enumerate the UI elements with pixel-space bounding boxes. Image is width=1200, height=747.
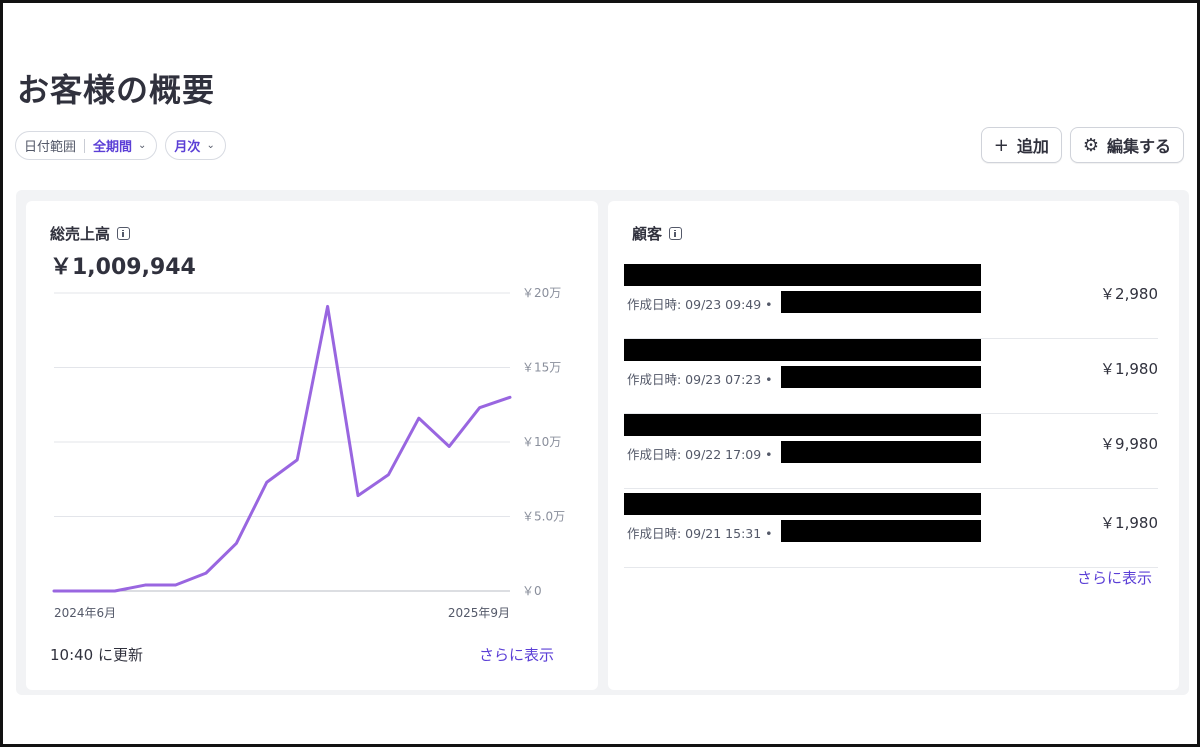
info-icon[interactable] bbox=[117, 227, 131, 240]
add-button-label: 追加 bbox=[1016, 137, 1049, 156]
customers-more-link[interactable]: さらに表示 bbox=[1077, 567, 1152, 588]
data-point bbox=[357, 495, 359, 497]
data-point bbox=[53, 590, 55, 592]
total-sales-title: 総売上高 bbox=[50, 223, 131, 244]
sales-more-link[interactable]: さらに表示 bbox=[479, 644, 554, 665]
data-point bbox=[418, 417, 420, 419]
data-point bbox=[83, 590, 85, 592]
chevron-down-icon: ⌄ bbox=[206, 140, 215, 151]
y-tick-label: ￥15万 bbox=[522, 361, 561, 375]
total-sales-card: 総売上高 ￥1,009,944 ￥20万 ￥15万 ￥10万 ￥5.0万 ￥0 2024年… bbox=[26, 201, 598, 690]
total-sales-title-text: 総売上高 bbox=[50, 225, 111, 243]
data-point bbox=[327, 305, 329, 307]
page-actions: + 追加 ⚙ 編集する bbox=[980, 127, 1184, 163]
customer-row[interactable]: 作成日時: 09/23 07:23 • ￥1,980 bbox=[624, 339, 1158, 414]
customers-card: 顧客 作成日時: 09/23 09:49 • ￥2,980 作成日時: 09/2… bbox=[608, 201, 1179, 690]
plus-icon: + bbox=[993, 134, 1009, 156]
data-point bbox=[296, 459, 298, 461]
customer-row[interactable]: 作成日時: 09/23 09:49 • ￥2,980 bbox=[624, 264, 1158, 339]
redacted-customer-name bbox=[624, 493, 981, 515]
customer-row[interactable]: 作成日時: 09/22 17:09 • ￥9,980 bbox=[624, 414, 1158, 489]
date-range-label: 日付範囲 bbox=[24, 140, 77, 155]
data-point bbox=[448, 445, 450, 447]
y-tick-label: ￥0 bbox=[522, 584, 542, 598]
data-point bbox=[509, 396, 511, 398]
redacted-customer-name bbox=[624, 264, 981, 286]
add-button[interactable]: + 追加 bbox=[980, 127, 1062, 163]
edit-button-label: 編集する bbox=[1106, 137, 1171, 156]
customer-amount: ￥2,980 bbox=[1100, 285, 1158, 303]
data-point bbox=[175, 584, 177, 586]
customers-title: 顧客 bbox=[632, 223, 683, 244]
filter-divider bbox=[84, 138, 86, 153]
sales-line-chart: ￥20万 ￥15万 ￥10万 ￥5.0万 ￥0 2024年6月 2025年9月 bbox=[52, 286, 565, 620]
customer-amount: ￥9,980 bbox=[1100, 435, 1158, 453]
edit-button[interactable]: ⚙ 編集する bbox=[1069, 127, 1184, 163]
info-icon[interactable] bbox=[669, 227, 683, 240]
total-sales-value: ￥1,009,944 bbox=[50, 255, 196, 280]
redacted-customer-email bbox=[781, 441, 981, 463]
data-point bbox=[266, 481, 268, 483]
sales-series-line bbox=[52, 304, 512, 593]
date-range-filter[interactable]: 日付範囲 全期間 ⌄ bbox=[15, 131, 158, 160]
interval-value: 月次 bbox=[174, 140, 201, 155]
y-tick-label: ￥5.0万 bbox=[522, 510, 565, 524]
data-point bbox=[114, 590, 116, 592]
page-title: お客様の概要 bbox=[17, 71, 216, 109]
redacted-customer-email bbox=[781, 366, 981, 388]
redacted-customer-name bbox=[624, 339, 981, 361]
customer-created: 作成日時: 09/21 15:31 • bbox=[627, 526, 773, 541]
filter-bar: 日付範囲 全期間 ⌄ 月次 ⌄ bbox=[15, 131, 226, 160]
redacted-customer-email bbox=[781, 291, 981, 313]
customer-created: 作成日時: 09/23 09:49 • bbox=[627, 297, 773, 312]
gear-icon: ⚙ bbox=[1082, 134, 1099, 156]
data-point bbox=[235, 542, 237, 544]
customer-amount: ￥1,980 bbox=[1100, 514, 1158, 532]
y-tick-label: ￥20万 bbox=[522, 286, 561, 300]
customer-row[interactable]: 作成日時: 09/21 15:31 • ￥1,980 bbox=[624, 493, 1158, 568]
data-point bbox=[144, 584, 146, 586]
data-point bbox=[205, 572, 207, 574]
redacted-customer-email bbox=[781, 520, 981, 542]
interval-filter[interactable]: 月次 ⌄ bbox=[165, 131, 226, 160]
customer-created: 作成日時: 09/22 17:09 • bbox=[627, 447, 773, 462]
customers-title-text: 顧客 bbox=[632, 225, 663, 243]
screen-frame: お客様の概要 日付範囲 全期間 ⌄ 月次 ⌄ + 追加 ⚙ 編集する 総売上高 … bbox=[0, 0, 1200, 747]
y-tick-label: ￥10万 bbox=[522, 435, 561, 449]
customer-created: 作成日時: 09/23 07:23 • bbox=[627, 372, 773, 387]
customer-amount: ￥1,980 bbox=[1100, 360, 1158, 378]
last-updated: 10:40 に更新 bbox=[50, 646, 143, 664]
redacted-customer-name bbox=[624, 414, 981, 436]
date-range-value: 全期間 bbox=[93, 140, 133, 155]
x-tick-label: 2025年9月 bbox=[448, 606, 510, 620]
data-point bbox=[387, 474, 389, 476]
x-tick-label: 2024年6月 bbox=[54, 606, 116, 620]
data-point bbox=[479, 407, 481, 409]
chevron-down-icon: ⌄ bbox=[138, 140, 147, 151]
